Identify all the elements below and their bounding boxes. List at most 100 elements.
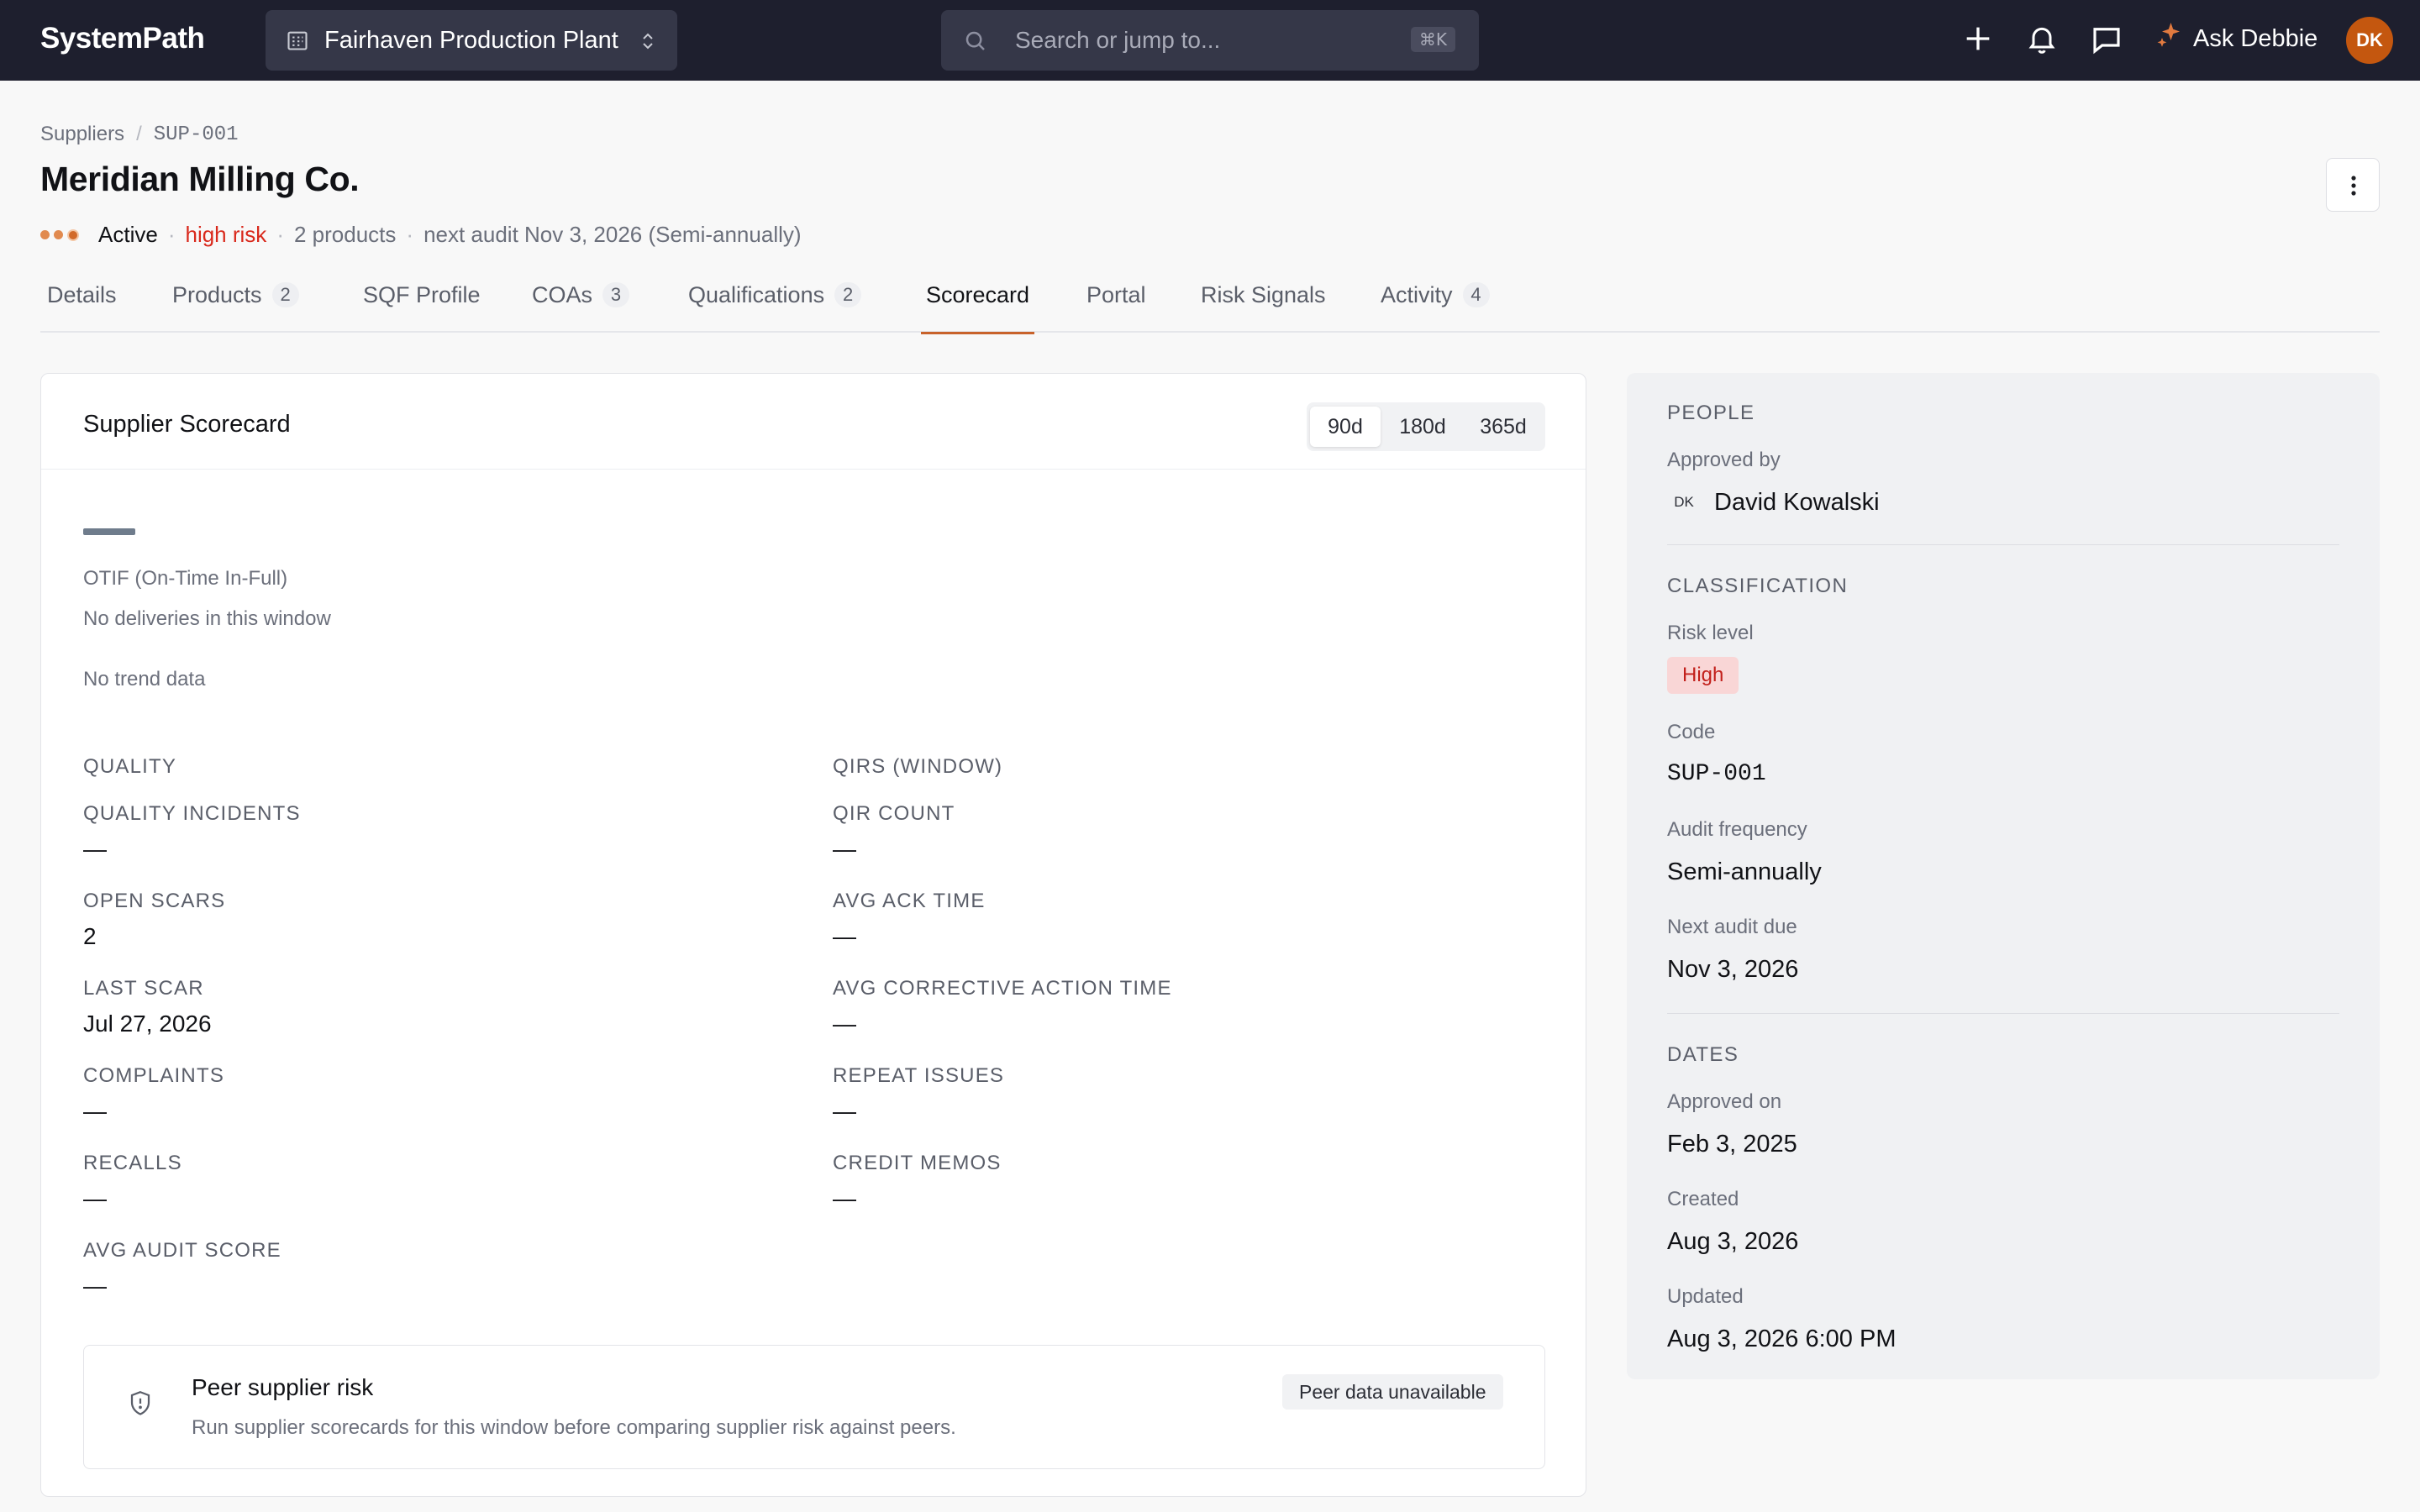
classification-heading: CLASSIFICATION bbox=[1667, 575, 1849, 597]
metric-label: AVG ACK TIME bbox=[833, 890, 986, 912]
risk-text: high risk bbox=[185, 222, 267, 247]
brand-logo[interactable]: SystemPath bbox=[40, 22, 205, 55]
search-input[interactable] bbox=[1015, 22, 1368, 59]
metric-label: COMPLAINTS bbox=[83, 1064, 225, 1087]
metric-value: — bbox=[833, 1185, 856, 1211]
next-audit-text: next audit Nov 3, 2026 (Semi-annually) bbox=[424, 222, 802, 247]
bell-icon[interactable] bbox=[2025, 22, 2059, 60]
qirs-heading: QIRS (WINDOW) bbox=[833, 755, 1003, 778]
card-title: Supplier Scorecard bbox=[83, 411, 291, 438]
peer-risk-title: Peer supplier risk bbox=[192, 1374, 374, 1400]
otif-value-placeholder bbox=[83, 528, 135, 535]
metric-label: QIR COUNT bbox=[833, 802, 955, 825]
metric-value: — bbox=[833, 1098, 856, 1124]
tab-qualifications[interactable]: Qualifications 2 bbox=[688, 282, 862, 333]
status-dots-icon bbox=[40, 228, 83, 241]
status-text: Active bbox=[98, 222, 158, 247]
supplier-meta: Active · high risk · 2 products · next a… bbox=[40, 222, 802, 248]
tab-count-badge: 2 bbox=[834, 282, 862, 307]
chevron-updown-icon bbox=[639, 30, 657, 58]
approved-by-label: Approved by bbox=[1667, 449, 1781, 471]
breadcrumb: Suppliers / SUP-001 bbox=[40, 123, 239, 146]
ask-debbie-label: Ask Debbie bbox=[2193, 24, 2318, 52]
metric-value: — bbox=[83, 836, 107, 862]
next-audit-value: Nov 3, 2026 bbox=[1667, 956, 1799, 983]
site-name: Fairhaven Production Plant bbox=[324, 27, 618, 54]
created-value: Aug 3, 2026 bbox=[1667, 1228, 1799, 1255]
approver[interactable]: DK David Kowalski bbox=[1667, 486, 1880, 519]
tab-count-badge: 3 bbox=[602, 282, 630, 307]
metric-value: Jul 27, 2026 bbox=[83, 1011, 212, 1037]
tab-scorecard[interactable]: Scorecard bbox=[921, 282, 1035, 334]
more-actions-button[interactable] bbox=[2326, 158, 2380, 212]
trend-placeholder: No trend data bbox=[83, 668, 206, 690]
dates-heading: DATES bbox=[1667, 1043, 1739, 1066]
peer-status-badge: Peer data unavailable bbox=[1282, 1374, 1503, 1410]
metric-value: — bbox=[83, 1273, 107, 1299]
peer-risk-panel: Peer supplier risk Run supplier scorecar… bbox=[83, 1345, 1545, 1469]
user-avatar[interactable]: DK bbox=[2346, 17, 2393, 64]
metric-label: RECALLS bbox=[83, 1152, 182, 1174]
code-label: Code bbox=[1667, 721, 1716, 743]
tab-count-badge: 4 bbox=[1462, 282, 1490, 307]
global-search[interactable]: ⌘K bbox=[941, 10, 1479, 71]
quality-heading: QUALITY bbox=[83, 755, 177, 778]
next-audit-label: Next audit due bbox=[1667, 916, 1797, 938]
peer-risk-description: Run supplier scorecards for this window … bbox=[192, 1416, 956, 1439]
tab-count-badge: 2 bbox=[271, 282, 299, 307]
breadcrumb-separator: / bbox=[136, 123, 142, 145]
otif-label: OTIF (On-Time In-Full) bbox=[83, 567, 288, 590]
metric-value: — bbox=[83, 1185, 107, 1211]
tab-risk-signals[interactable]: Risk Signals bbox=[1201, 282, 1326, 333]
window-365d-button[interactable]: 365d bbox=[1465, 407, 1542, 447]
shield-icon bbox=[128, 1389, 153, 1422]
metric-label: AVG AUDIT SCORE bbox=[83, 1239, 281, 1262]
updated-label: Updated bbox=[1667, 1285, 1744, 1308]
tab-activity[interactable]: Activity 4 bbox=[1381, 282, 1490, 333]
tab-sqf-profile[interactable]: SQF Profile bbox=[363, 282, 481, 333]
tab-coas[interactable]: COAs 3 bbox=[532, 282, 630, 333]
updated-value: Aug 3, 2026 6:00 PM bbox=[1667, 1326, 1897, 1352]
metric-label: OPEN SCARS bbox=[83, 890, 226, 912]
building-icon bbox=[286, 29, 309, 59]
tab-bar: Details Products 2 SQF Profile COAs 3 Qu… bbox=[40, 274, 2380, 334]
otif-subtext: No deliveries in this window bbox=[83, 607, 331, 630]
divider bbox=[1667, 544, 2339, 545]
tab-portal[interactable]: Portal bbox=[1086, 282, 1146, 333]
window-90d-button[interactable]: 90d bbox=[1310, 407, 1381, 447]
tab-details[interactable]: Details bbox=[47, 282, 117, 333]
metric-value: — bbox=[833, 1011, 856, 1037]
search-shortcut-hint: ⌘K bbox=[1410, 27, 1455, 52]
metric-value: — bbox=[833, 836, 856, 862]
approved-on-label: Approved on bbox=[1667, 1090, 1782, 1113]
divider bbox=[1667, 1013, 2339, 1014]
details-side-panel: PEOPLE Approved by DK David Kowalski CLA… bbox=[1627, 373, 2380, 1379]
audit-frequency-label: Audit frequency bbox=[1667, 818, 1807, 841]
window-180d-button[interactable]: 180d bbox=[1384, 407, 1461, 447]
people-heading: PEOPLE bbox=[1667, 402, 1755, 424]
ask-debbie-button[interactable]: Ask Debbie bbox=[2154, 20, 2317, 57]
audit-frequency-value: Semi-annually bbox=[1667, 858, 1822, 885]
page-title: Meridian Milling Co. bbox=[40, 160, 360, 198]
approver-avatar: DK bbox=[1674, 494, 1694, 510]
risk-level-badge: High bbox=[1667, 657, 1739, 694]
metric-value: — bbox=[833, 923, 856, 949]
site-switcher[interactable]: Fairhaven Production Plant bbox=[266, 10, 677, 71]
chat-icon[interactable] bbox=[2089, 22, 2124, 61]
metric-value: 2 bbox=[83, 923, 97, 949]
approved-on-value: Feb 3, 2025 bbox=[1667, 1131, 1797, 1158]
metric-value: — bbox=[83, 1098, 107, 1124]
window-selector: 90d 180d 365d bbox=[1307, 402, 1545, 451]
card-header: Supplier Scorecard 90d 180d 365d bbox=[41, 374, 1586, 470]
created-label: Created bbox=[1667, 1188, 1739, 1210]
products-count: 2 products bbox=[293, 222, 397, 247]
breadcrumb-suppliers-link[interactable]: Suppliers bbox=[40, 123, 124, 146]
approver-name: David Kowalski bbox=[1714, 488, 1880, 516]
plus-icon[interactable] bbox=[1961, 22, 1995, 60]
metric-label: QUALITY INCIDENTS bbox=[83, 802, 301, 825]
breadcrumb-current: SUP-001 bbox=[153, 123, 239, 146]
tab-products[interactable]: Products 2 bbox=[172, 282, 299, 333]
more-vertical-icon bbox=[2349, 174, 2358, 202]
metric-label: LAST SCAR bbox=[83, 977, 204, 1000]
metric-label: AVG CORRECTIVE ACTION TIME bbox=[833, 977, 1172, 1000]
